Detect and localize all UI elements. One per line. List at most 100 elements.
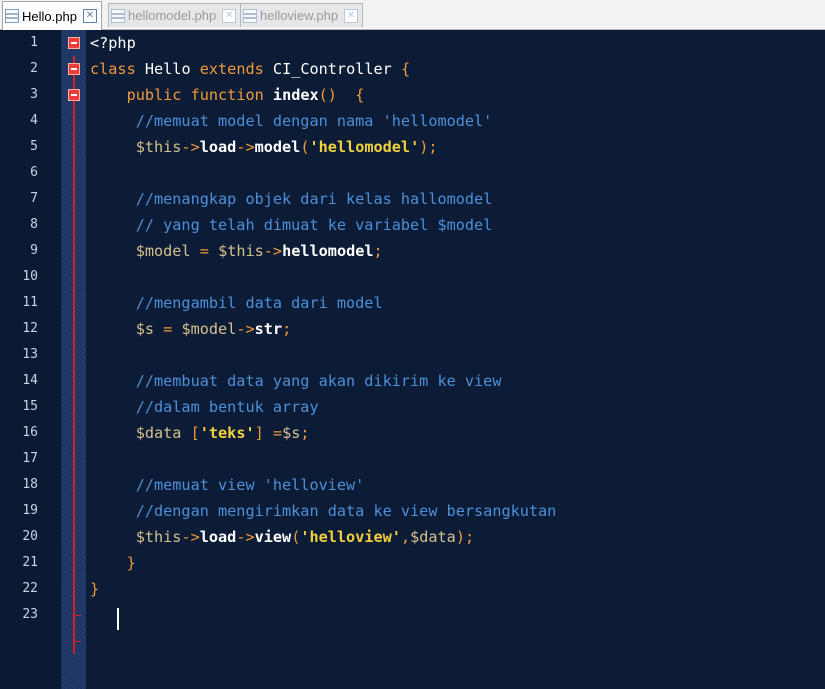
line-number: 12 [22,321,38,336]
tab-hellomodel-php[interactable]: hellomodel.php ✕ [108,3,242,27]
code-line[interactable]: 11 //mengambil data dari model [0,290,825,316]
tab-label: Hello.php [22,8,77,24]
member: load [199,528,237,546]
code-line[interactable]: 12 $s = $model->str; [0,316,825,342]
line-number: 11 [22,295,38,310]
operator: -> [181,528,200,546]
function-name: index [272,86,319,104]
operator: -> [236,528,255,546]
tab-bar: Hello.php ✕ hellomodel.php ✕ helloview.p… [0,0,825,30]
close-icon[interactable]: ✕ [344,8,359,23]
operator: -> [263,242,283,260]
code-line[interactable]: 3 public function index() { [0,82,825,108]
keyword: extends [199,60,264,78]
operator: = [163,320,173,338]
member: load [199,138,237,156]
code-line[interactable]: 1 <?php [0,30,825,56]
paren: ( [291,528,301,546]
code-line[interactable]: 14 //membuat data yang akan dikirim ke v… [0,368,825,394]
class-name: Hello [144,60,191,78]
code-text: $this->load->model('hellomodel'); [90,134,438,160]
code-editor[interactable]: 1 <?php 2 class Hello extends CI_Control… [0,30,825,689]
code-line[interactable]: 2 class Hello extends CI_Controller { [0,56,825,82]
code-line[interactable]: 17 [0,446,825,472]
line-number: 4 [30,113,38,128]
line-number: 21 [22,555,38,570]
code-line[interactable]: 18 //memuat view 'helloview' [0,472,825,498]
text-caret [117,608,119,630]
line-number: 14 [22,373,38,388]
close-icon[interactable]: ✕ [222,8,237,23]
operator: = [199,242,209,260]
code-text: //memuat model dengan nama 'hellomodel' [90,108,493,134]
code-line[interactable]: 16 $data ['teks'] =$s; [0,420,825,446]
code-text: //dalam bentuk array [90,394,319,420]
line-number: 23 [22,607,38,622]
line-number: 19 [22,503,38,518]
close-icon[interactable]: ✕ [82,9,97,23]
code-line[interactable]: 22 } [0,576,825,602]
method: view [254,528,292,546]
code-line[interactable]: 5 $this->load->model('hellomodel'); [0,134,825,160]
operator: = [272,424,283,442]
bracket: ] [254,424,264,442]
code-line[interactable]: 19 //dengan mengirimkan data ke view ber… [0,498,825,524]
tab-label: hellomodel.php [128,8,217,23]
comment: //mengambil data dari model [135,294,383,312]
semicolon: ; [282,320,292,338]
fold-end-tick [75,641,81,642]
code-line[interactable]: 15 //dalam bentuk array [0,394,825,420]
line-number: 1 [30,35,38,50]
code-line[interactable]: 6 [0,160,825,186]
code-text: } [90,576,99,602]
code-text: $data ['teks'] =$s; [90,420,310,446]
variable: $s [282,424,301,442]
line-number: 3 [30,87,38,102]
code-text: //memuat view 'helloview' [90,472,365,498]
member: str [254,320,283,338]
paren: () [318,86,337,104]
variable: $this [218,242,264,260]
variable: $model [135,242,191,260]
line-number: 5 [30,139,38,154]
code-text: $s = $model->str; [90,316,292,342]
line-number: 10 [22,269,38,284]
code-line[interactable]: 23 [0,602,825,628]
comment: // yang telah dimuat ke variabel $model [135,216,493,234]
line-number: 6 [30,165,38,180]
code-line[interactable]: 21 } [0,550,825,576]
code-line[interactable]: 20 $this->load->view('helloview',$data); [0,524,825,550]
tab-label: helloview.php [260,8,339,23]
code-line[interactable]: 8 // yang telah dimuat ke variabel $mode… [0,212,825,238]
code-text: <?php [90,30,136,56]
comment: //menangkap objek dari kelas hallomodel [135,190,493,208]
comment: //memuat view 'helloview' [135,476,365,494]
tab-helloview-php[interactable]: helloview.php ✕ [240,3,364,27]
comment: //membuat data yang akan dikirim ke view [135,372,502,390]
variable: $this [135,528,182,546]
line-number: 7 [30,191,38,206]
code-line[interactable]: 9 $model = $this->hellomodel; [0,238,825,264]
file-icon [5,9,19,23]
brace: } [90,580,100,598]
string: 'hellomodel' [309,138,420,156]
line-number: 20 [22,529,38,544]
code-line[interactable]: 7 //menangkap objek dari kelas hallomode… [0,186,825,212]
line-number: 9 [30,243,38,258]
brace: } [126,554,136,572]
code-text: $model = $this->hellomodel; [90,238,383,264]
tab-hello-php[interactable]: Hello.php ✕ [2,1,102,30]
operator: -> [236,138,255,156]
semicolon: ; [373,242,383,260]
comma: , [400,528,411,546]
comment: //dalam bentuk array [135,398,319,416]
code-line[interactable]: 13 [0,342,825,368]
code-line[interactable]: 4 //memuat model dengan nama 'hellomodel… [0,108,825,134]
string: 'helloview' [300,528,401,546]
variable: $s [135,320,155,338]
code-line[interactable]: 10 [0,264,825,290]
keyword: public [126,86,182,104]
file-icon [111,8,125,23]
variable: $data [135,424,182,442]
code-text: //membuat data yang akan dikirim ke view [90,368,502,394]
